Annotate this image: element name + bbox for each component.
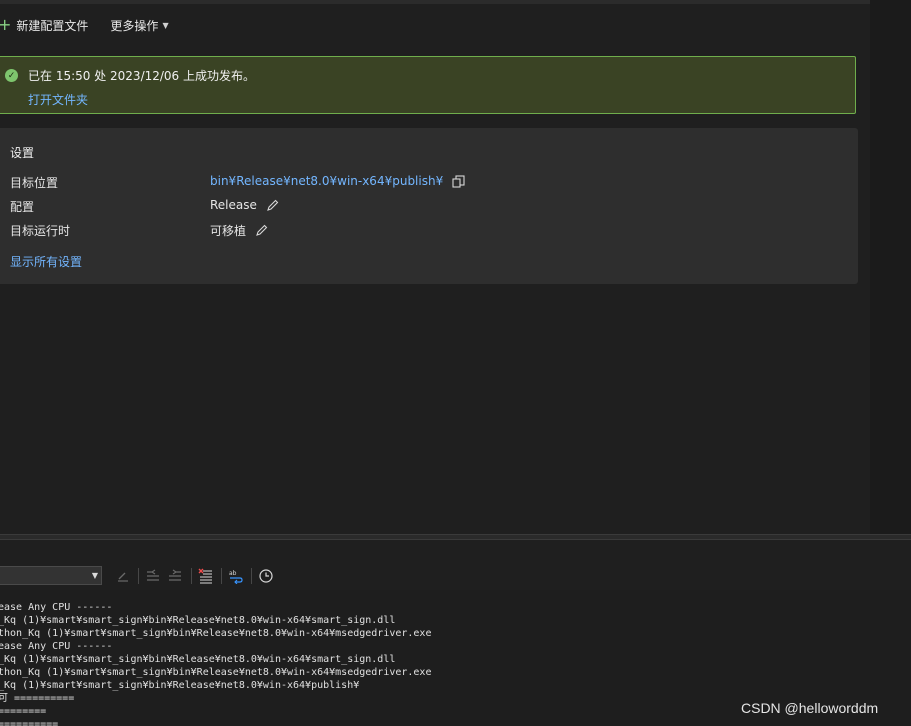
more-actions-dropdown[interactable]: 更多操作 ▼ xyxy=(110,17,168,34)
toolbar-separator xyxy=(191,568,192,584)
top-strip xyxy=(0,0,870,4)
word-wrap-icon[interactable]: ab xyxy=(227,567,245,585)
find-message-icon[interactable] xyxy=(114,567,132,585)
output-line: _Kq (1)¥smart¥smart_sign¥bin¥Release¥net… xyxy=(0,615,396,626)
watermark: CSDN @helloworddm xyxy=(741,700,879,716)
success-check-icon: ✓ xyxy=(5,69,18,82)
plus-icon: + xyxy=(0,15,12,34)
target-runtime-label: 目标运行时 xyxy=(10,224,71,238)
toolbar-separator xyxy=(138,568,139,584)
new-profile-label: 新建配置文件 xyxy=(16,18,89,33)
configuration-row: Release xyxy=(210,198,279,212)
chevron-down-icon: ▼ xyxy=(91,571,98,580)
target-location-label: 目标位置 xyxy=(10,176,59,190)
previous-message-icon[interactable] xyxy=(144,567,162,585)
output-line: ease Any CPU ------ xyxy=(0,641,113,652)
output-line: ease Any CPU ------ xyxy=(0,602,113,613)
settings-title: 设置 xyxy=(10,146,35,160)
configuration-label: 配置 xyxy=(10,200,35,214)
output-line: thon_Kq (1)¥smart¥smart_sign¥bin¥Release… xyxy=(0,628,432,639)
target-runtime-value: 可移植 xyxy=(210,224,247,238)
next-message-icon[interactable] xyxy=(166,567,184,585)
more-actions-label: 更多操作 xyxy=(110,18,159,33)
output-line: thon_Kq (1)¥smart¥smart_sign¥bin¥Release… xyxy=(0,667,432,678)
success-message: 已在 15:50 处 2023/12/06 上成功发布。 xyxy=(28,69,256,83)
publish-success-banner: ✓ 已在 15:50 处 2023/12/06 上成功发布。 打开文件夹 xyxy=(0,56,856,114)
svg-text:ab: ab xyxy=(229,570,237,577)
output-toolbar: ▼ ab xyxy=(0,540,911,588)
output-line: ========== xyxy=(0,719,59,726)
right-gutter xyxy=(870,0,911,538)
output-line: _Kq (1)¥smart¥smart_sign¥bin¥Release¥net… xyxy=(0,680,360,691)
chevron-down-icon: ▼ xyxy=(162,20,169,30)
output-source-select[interactable]: ▼ xyxy=(0,566,102,585)
open-folder-link[interactable]: 打开文件夹 xyxy=(28,91,88,108)
clock-icon[interactable] xyxy=(257,567,275,585)
edit-pencil-icon[interactable] xyxy=(266,199,279,212)
target-location-link[interactable]: bin¥Release¥net8.0¥win-x64¥publish¥ xyxy=(210,174,443,188)
edit-pencil-icon[interactable] xyxy=(255,224,268,237)
clear-all-icon[interactable] xyxy=(197,567,215,585)
copy-icon[interactable] xyxy=(452,174,465,188)
configuration-value: Release xyxy=(210,198,257,212)
toolbar-separator xyxy=(251,568,252,584)
new-profile-button[interactable]: + 新建配置文件 xyxy=(0,17,88,34)
output-line: _Kq (1)¥smart¥smart_sign¥bin¥Release¥net… xyxy=(0,654,396,665)
settings-panel: 设置 目标位置 bin¥Release¥net8.0¥win-x64¥publi… xyxy=(0,128,858,284)
target-runtime-row: 可移植 xyxy=(210,222,268,239)
target-location-row: bin¥Release¥net8.0¥win-x64¥publish¥ xyxy=(210,174,465,188)
publish-toolbar: + 新建配置文件 更多操作 ▼ xyxy=(0,14,191,36)
show-all-settings-link[interactable]: 显示所有设置 xyxy=(10,253,82,270)
toolbar-separator xyxy=(221,568,222,584)
